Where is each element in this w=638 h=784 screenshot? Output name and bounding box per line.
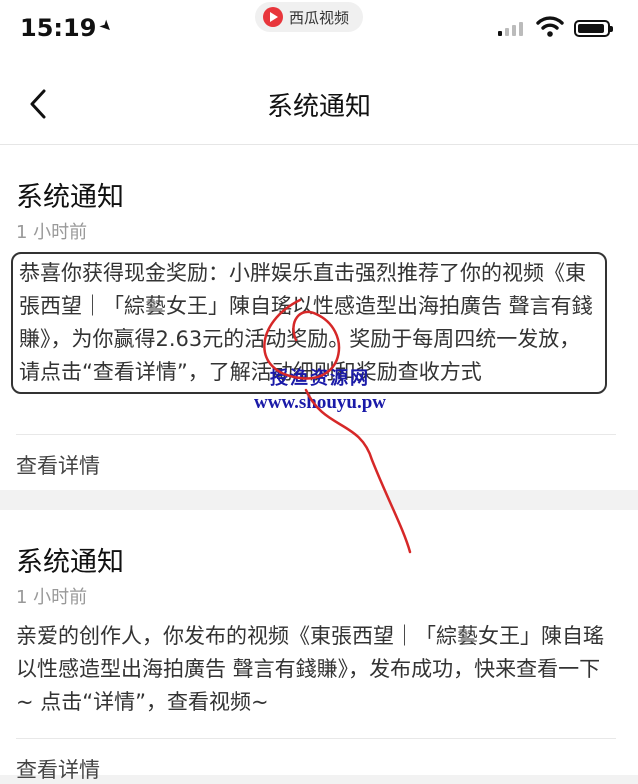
notification-body: 亲爱的创作人，你发布的视频《東張西望｜「綜藝女王」陳自瑤以性感造型出海拍廣告 聲… xyxy=(16,624,604,714)
notification-card: 系统通知 1 小时前 恭喜你获得现金奖励：小胖娱乐直击强烈推荐了你的视频《東張西… xyxy=(0,145,638,490)
app-name: 西瓜视频 xyxy=(289,8,350,27)
divider xyxy=(16,434,616,435)
page-title: 系统通知 xyxy=(266,92,371,122)
signal-icon xyxy=(498,22,523,36)
notification-time: 1 小时前 xyxy=(16,587,88,608)
notification-body: 恭喜你获得现金奖励：小胖娱乐直击强烈推荐了你的视频《東張西望｜「綜藝女王」陳自瑤… xyxy=(11,252,607,394)
nav-bar: 系统通知 xyxy=(0,62,638,145)
notification-card: 系统通知 1 小时前 亲爱的创作人，你发布的视频《東張西望｜「綜藝女王」陳自瑤以… xyxy=(0,510,638,782)
notification-title: 系统通知 xyxy=(16,182,124,213)
location-arrow-icon: ➤ xyxy=(95,15,118,37)
view-details-link[interactable]: 查看详情 xyxy=(16,754,100,784)
notification-title: 系统通知 xyxy=(16,547,124,578)
status-time: 15:19 xyxy=(20,14,97,42)
app-logo-icon xyxy=(263,7,283,27)
battery-icon xyxy=(574,20,613,37)
divider xyxy=(16,738,616,739)
back-to-app-pill[interactable]: 西瓜视频 xyxy=(255,2,364,32)
notification-time: 1 小时前 xyxy=(16,222,88,243)
status-bar: 15:19 ➤ 西瓜视频 xyxy=(0,0,638,62)
view-details-link[interactable]: 查看详情 xyxy=(16,450,100,480)
wifi-icon xyxy=(536,16,564,37)
